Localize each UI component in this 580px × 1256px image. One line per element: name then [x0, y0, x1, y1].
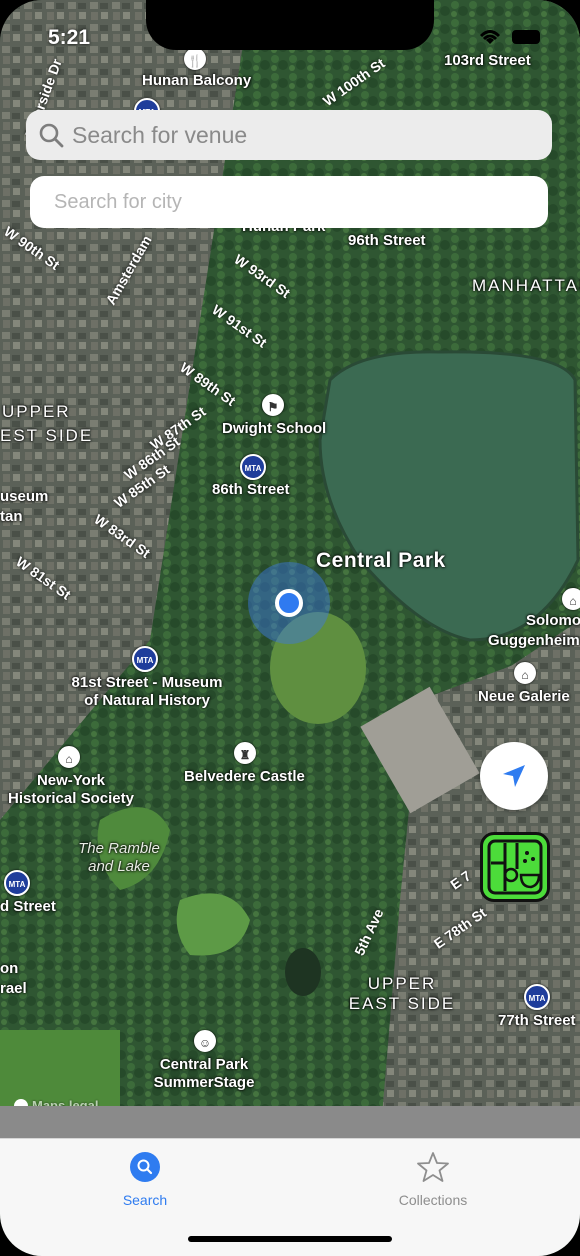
museum-icon: ⌂ [514, 662, 536, 684]
label-103rd-street: 103rd Street [444, 52, 531, 69]
label-nyhs-line2: Historical Society [8, 790, 134, 807]
label-west-side: EST SIDE [0, 426, 94, 445]
city-search-bar[interactable] [30, 176, 548, 228]
school-icon: ⚑ [262, 394, 284, 416]
label-central-park: Central Park [316, 549, 446, 572]
label-neue-galerie: Neue Galerie [478, 688, 570, 705]
search-icon [130, 1152, 160, 1182]
label-upper-east-side: UPPER EAST SIDE [346, 974, 458, 1015]
label-81st-line2: of Natural History [84, 692, 210, 709]
label-d-street: d Street [0, 898, 56, 915]
status-icons [478, 28, 540, 46]
tab-collections-label: Collections [398, 1192, 468, 1208]
label-hunan-balcony: Hunan Balcony [142, 72, 252, 89]
label-ues-line2: EAST SIDE [348, 994, 456, 1014]
subway-icon: MTA [524, 984, 550, 1010]
label-rael-partial: rael [0, 980, 27, 997]
current-location-button[interactable] [480, 742, 548, 810]
wifi-icon [479, 30, 501, 44]
label-nyhs-line1: New-York [36, 772, 106, 789]
label-summerstage-line2: SummerStage [153, 1074, 255, 1091]
label-81st-street: 81st Street - Museum of Natural History [64, 674, 230, 710]
park-map-button[interactable] [480, 832, 550, 902]
label-summerstage-line1: Central Park [159, 1056, 249, 1073]
label-dwight-school: Dwight School [222, 420, 327, 437]
castle-icon: ♜ [234, 742, 256, 764]
satellite-map[interactable]: Riverside Dr W 100th St W 90th St Amster… [0, 0, 580, 1140]
device-notch [146, 0, 434, 50]
user-location-indicator [248, 562, 330, 644]
city-search-input[interactable] [54, 190, 534, 214]
label-96th-street: 96th Street [348, 232, 426, 249]
label-ues-line1: UPPER [367, 974, 437, 993]
label-upper-west: UPPER [2, 402, 71, 421]
venue-search-input[interactable] [72, 121, 532, 149]
museum-icon: ⌂ [58, 746, 80, 768]
venue-search-bar[interactable] [26, 110, 552, 160]
label-museum-partial: useum [0, 488, 49, 505]
phone-screen: Riverside Dr W 100th St W 90th St Amster… [0, 0, 580, 1256]
search-icon [39, 123, 64, 148]
status-time: 5:21 [48, 26, 91, 49]
subway-icon: MTA [4, 870, 30, 896]
tab-search-label: Search [122, 1192, 168, 1208]
label-86th-street: 86th Street [212, 481, 290, 498]
tab-search[interactable]: Search [80, 1151, 210, 1208]
restaurant-icon: 🍴 [184, 48, 206, 70]
star-icon [417, 1152, 449, 1182]
label-ramble-line2: and Lake [88, 858, 150, 875]
label-ramble: The Ramble and Lake [76, 840, 162, 876]
label-77th-street: 77th Street [498, 1012, 576, 1029]
label-ny-historical: New-York Historical Society [6, 772, 136, 808]
label-tan-partial: tan [0, 508, 23, 525]
bottom-panel-handle [0, 1106, 580, 1140]
location-arrow-icon [503, 765, 525, 787]
label-summerstage: Central Park SummerStage [146, 1056, 262, 1092]
label-belvedere-castle: Belvedere Castle [184, 768, 305, 785]
label-81st-line1: 81st Street - Museum [71, 674, 223, 691]
label-ramble-line1: The Ramble [78, 840, 160, 857]
subway-icon: MTA [132, 646, 158, 672]
park-map-icon [487, 839, 543, 895]
label-guggenheim: Guggenheim [488, 632, 580, 649]
subway-icon: MTA [240, 454, 266, 480]
user-location-dot [275, 589, 303, 617]
tab-collections[interactable]: Collections [368, 1151, 498, 1208]
theater-icon: ☺ [194, 1030, 216, 1052]
battery-icon [512, 30, 540, 44]
home-indicator[interactable] [188, 1236, 392, 1242]
label-solomon: Solomo [526, 612, 580, 629]
label-on-partial: on [0, 960, 19, 977]
label-manhattan: MANHATTAN [472, 276, 580, 295]
museum-icon: ⌂ [562, 588, 580, 610]
